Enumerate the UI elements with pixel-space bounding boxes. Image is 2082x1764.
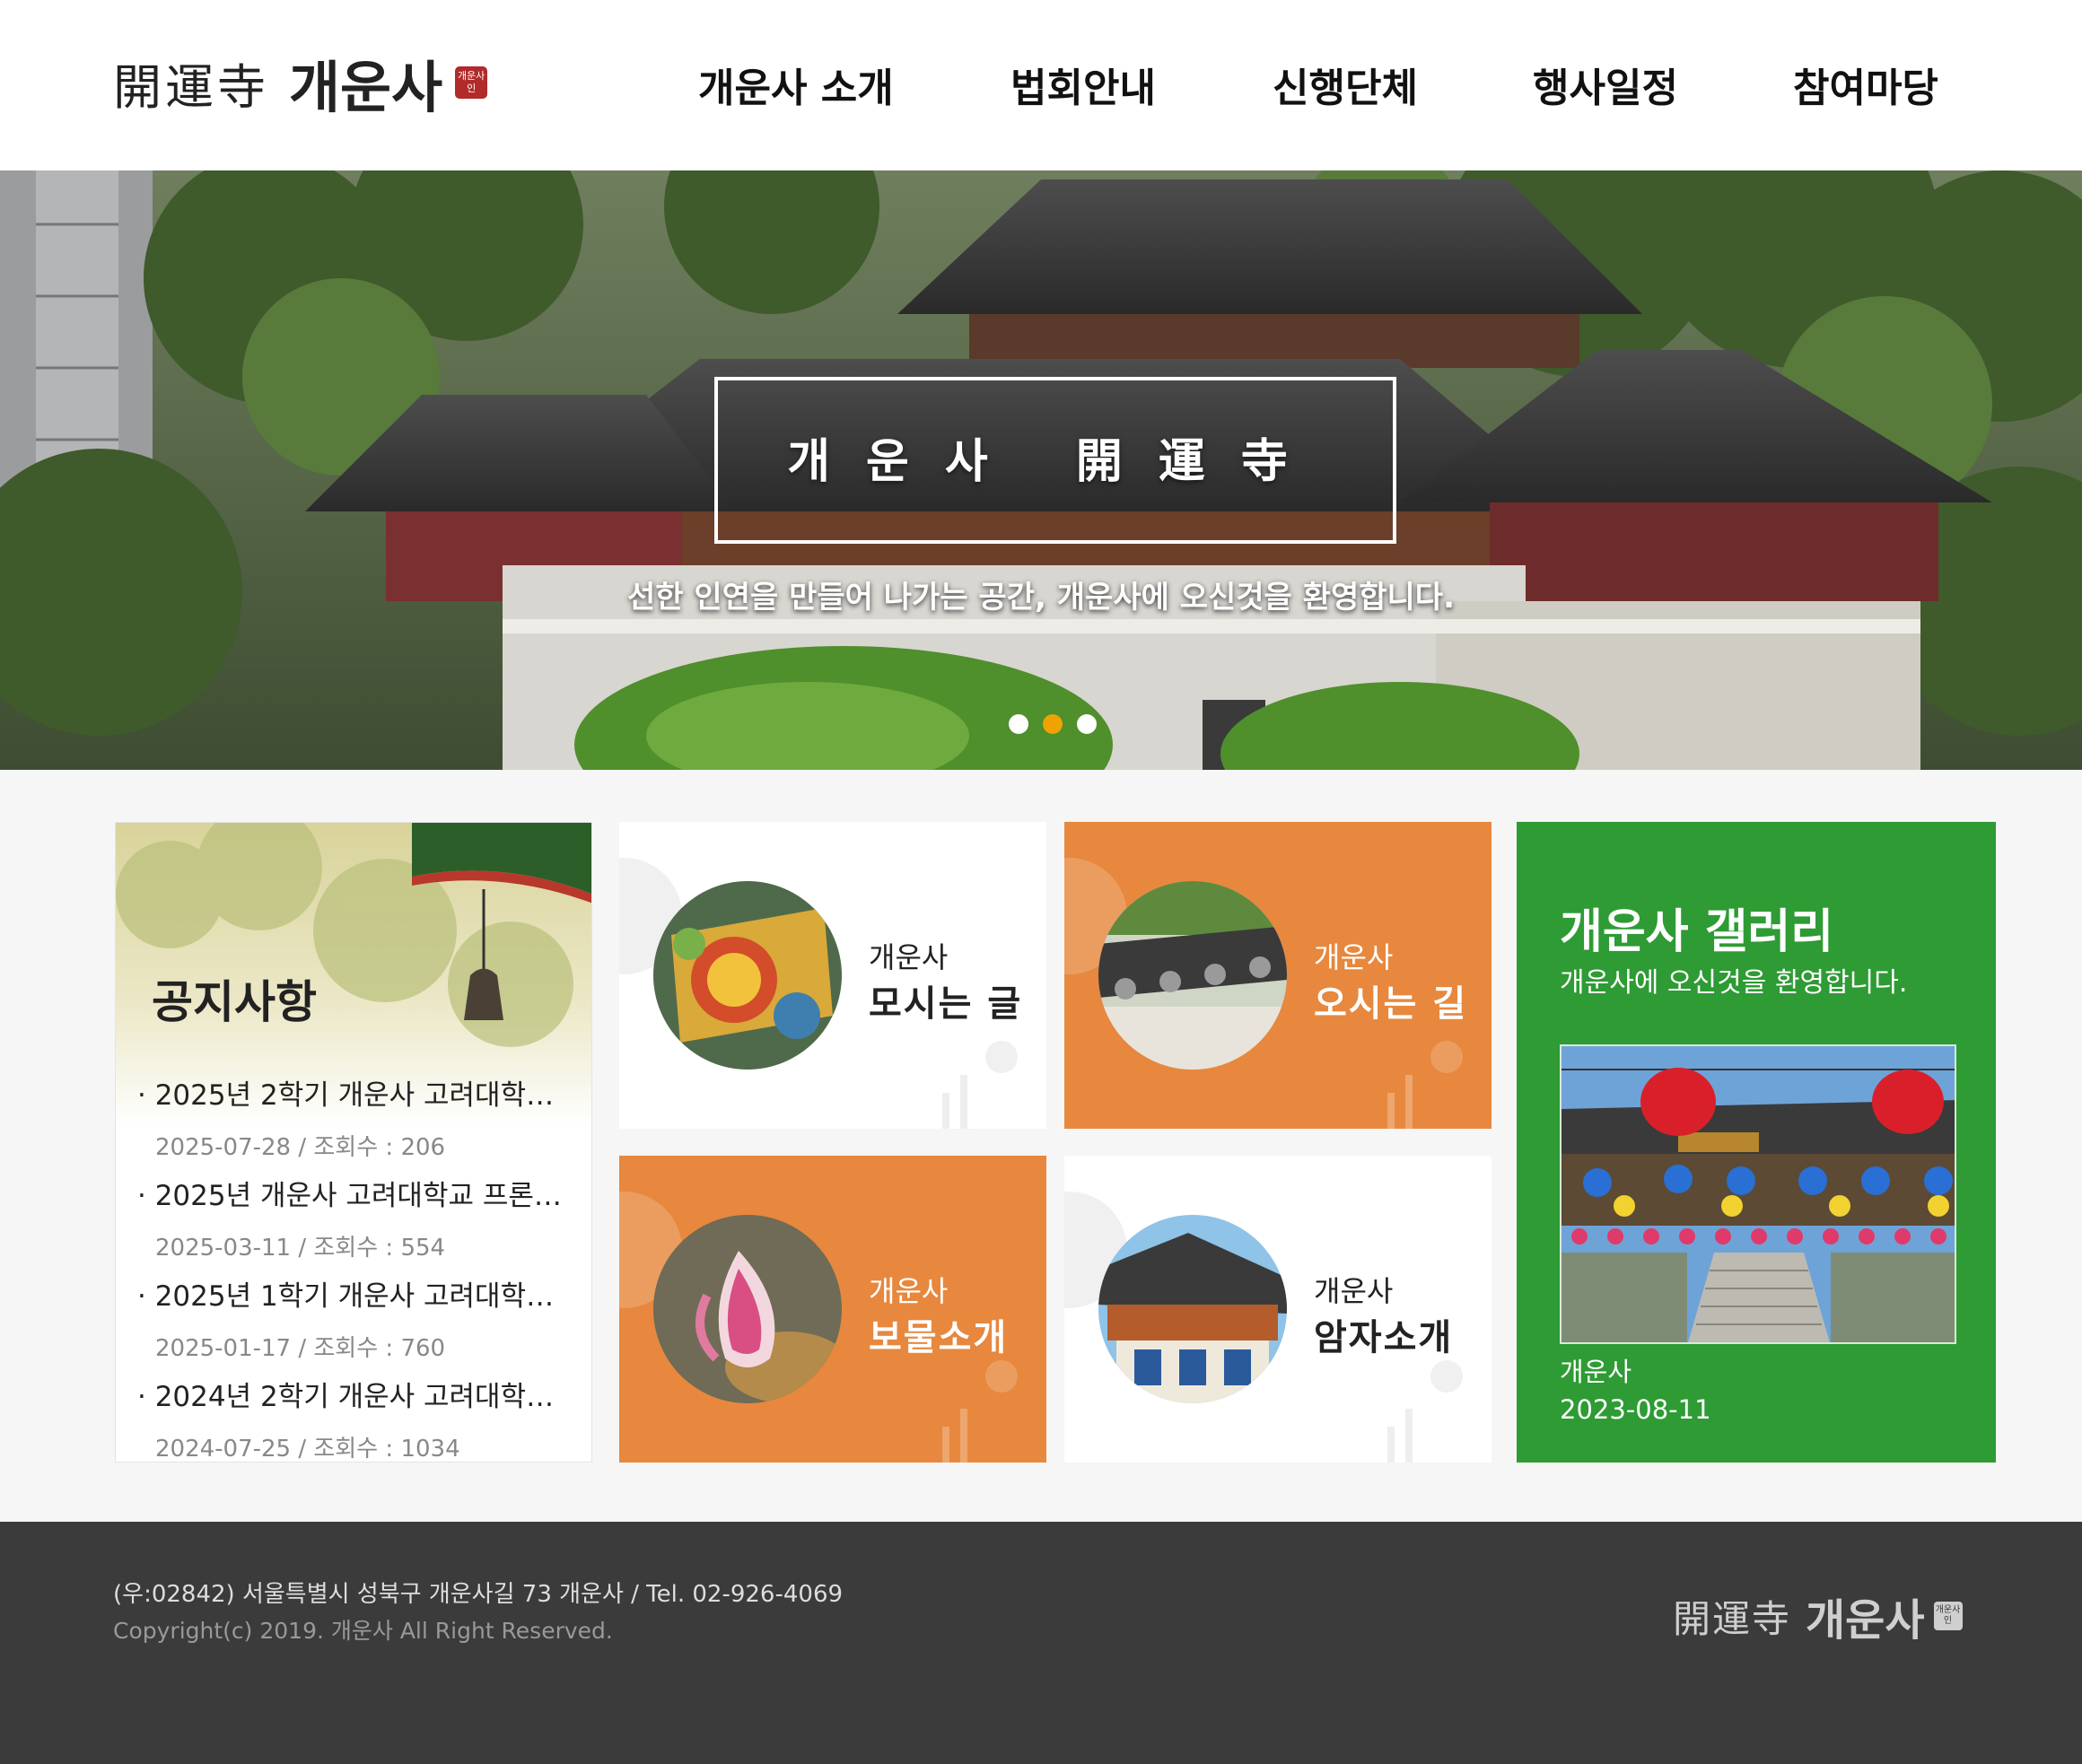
wall-photo	[1098, 881, 1287, 1070]
hero-slider: 개운사 開運寺 선한 인연을 만들어 나가는 공간, 개운사에 오신것을 환영합…	[0, 170, 2082, 770]
notice-title: 공지사항	[152, 976, 317, 1028]
footer-copyright: Copyright(c) 2019. 개운사 All Right Reserve…	[113, 1618, 613, 1644]
notice-item: · 2025년 1학기 개운사 고려대학교 학생불교회 정기법회 안내 2025…	[137, 1273, 586, 1374]
notice-item-meta: 2025-01-17 / 조회수 : 760	[155, 1335, 446, 1362]
slider-dot-1[interactable]	[1009, 714, 1028, 734]
hero-subtitle: 선한 인연을 만들어 나가는 공간, 개운사에 오신것을 환영합니다.	[627, 580, 1455, 616]
notice-board: 공지사항 · 2025년 2학기 개운사 고려대학교 학생불교회 정기법회 안내…	[115, 822, 592, 1463]
gallery-thumbnail[interactable]	[1560, 1044, 1956, 1344]
gallery-caption[interactable]: 개운사	[1560, 1351, 1631, 1389]
nav-item-community[interactable]: 참여마당	[1793, 56, 1938, 113]
tile-label-small: 개운사	[869, 1274, 949, 1308]
footer-logo-hanja: 開運寺	[1673, 1596, 1792, 1641]
tile-label-big: 암자소개	[1314, 1317, 1454, 1358]
notice-item-meta: 2024-07-25 / 조회수 : 1034	[155, 1436, 460, 1463]
footer-seal-icon: 개운사인	[1933, 1602, 1963, 1630]
notice-item-meta: 2025-03-11 / 조회수 : 554	[155, 1235, 446, 1262]
lotus-painting-photo	[653, 1215, 842, 1403]
gallery-title[interactable]: 개운사 갤러리	[1560, 894, 1833, 961]
notice-item-title[interactable]: · 2025년 1학기 개운사 고려대학교 학생불교회 정기법회 안내	[137, 1273, 568, 1314]
decor-bubble	[985, 1041, 1018, 1073]
slider-dot-2[interactable]	[1043, 714, 1063, 734]
gallery-panel: 개운사 갤러리 개운사에 오신것을 환영합니다. 개운사 2023-08-11	[1517, 822, 1996, 1463]
logo-seal-icon: 개운사인	[455, 66, 488, 99]
logo-korean: 개운사	[289, 55, 443, 120]
notice-item-title[interactable]: · 2025년 2학기 개운사 고려대학교 학생불교회 정기법회 안내	[137, 1072, 568, 1113]
hero-title: 개운사 開運寺	[787, 434, 1324, 489]
decor-bubble	[985, 1360, 1018, 1393]
tile-label-small: 개운사	[1314, 940, 1394, 974]
tile-greeting[interactable]: 개운사 모시는 글	[619, 822, 1046, 1129]
nav-item-events[interactable]: 행사일정	[1533, 56, 1678, 113]
decor-bars	[1387, 1075, 1413, 1129]
notice-item-meta: 2025-07-28 / 조회수 : 206	[155, 1134, 446, 1161]
gallery-date: 2023-08-11	[1560, 1394, 1711, 1425]
decor-bars	[942, 1075, 967, 1129]
decor-bars	[1387, 1409, 1413, 1463]
footer-logo: 開運寺 개운사 개운사인	[1673, 1585, 1963, 1647]
tile-treasures[interactable]: 개운사 보물소개	[619, 1156, 1046, 1463]
notice-item: · 2024년 2학기 개운사 고려대학교 학생불교회 정기법회 안내 2024…	[137, 1374, 586, 1463]
decor-bars	[942, 1409, 967, 1463]
nav-item-about[interactable]: 개운사 소개	[698, 56, 894, 113]
gallery-subtitle: 개운사에 오신것을 환영합니다.	[1560, 967, 1908, 999]
dancheong-photo	[653, 881, 842, 1070]
hermitage-photo	[1098, 1215, 1287, 1403]
slider-dots	[1009, 714, 1097, 734]
tile-label-big: 보물소개	[869, 1317, 1009, 1358]
tile-label-small: 개운사	[1314, 1274, 1394, 1308]
decor-bubble	[1430, 1041, 1463, 1073]
slider-dot-3[interactable]	[1077, 714, 1097, 734]
nav-item-dharma-meetings[interactable]: 법회안내	[1010, 56, 1156, 113]
tile-label-big: 오시는 길	[1314, 983, 1468, 1025]
logo-hanja: 開運寺	[113, 58, 269, 116]
decor-bubble	[1430, 1360, 1463, 1393]
footer-address: (우:02842) 서울특별시 성북구 개운사길 73 개운사 / Tel. 0…	[113, 1581, 844, 1608]
tile-hermitages[interactable]: 개운사 암자소개	[1064, 1156, 1492, 1463]
notice-item: · 2025년 개운사 고려대학교 프론티어 장학생 모집 2025-03-11…	[137, 1173, 586, 1273]
site-footer: (우:02842) 서울특별시 성북구 개운사길 73 개운사 / Tel. 0…	[0, 1522, 2082, 1764]
site-header: 開運寺 개운사 개운사인 개운사 소개 법회안내 신행단체 행사일정 참여마당	[0, 0, 2082, 170]
tile-label-small: 개운사	[869, 940, 949, 974]
notice-item-title[interactable]: · 2025년 개운사 고려대학교 프론티어 장학생 모집	[137, 1173, 568, 1213]
tile-directions[interactable]: 개운사 오시는 길	[1064, 822, 1492, 1129]
notice-item: · 2025년 2학기 개운사 고려대학교 학생불교회 정기법회 안내 2025…	[137, 1072, 586, 1173]
notice-list: · 2025년 2학기 개운사 고려대학교 학생불교회 정기법회 안내 2025…	[137, 1072, 586, 1463]
notice-item-title[interactable]: · 2024년 2학기 개운사 고려대학교 학생불교회 정기법회 안내	[137, 1374, 568, 1414]
footer-logo-korean: 개운사	[1806, 1595, 1925, 1646]
tile-label-big: 모시는 글	[869, 983, 1023, 1025]
nav-item-groups[interactable]: 신행단체	[1273, 56, 1418, 113]
site-logo[interactable]: 開運寺 개운사 개운사인	[113, 47, 488, 120]
